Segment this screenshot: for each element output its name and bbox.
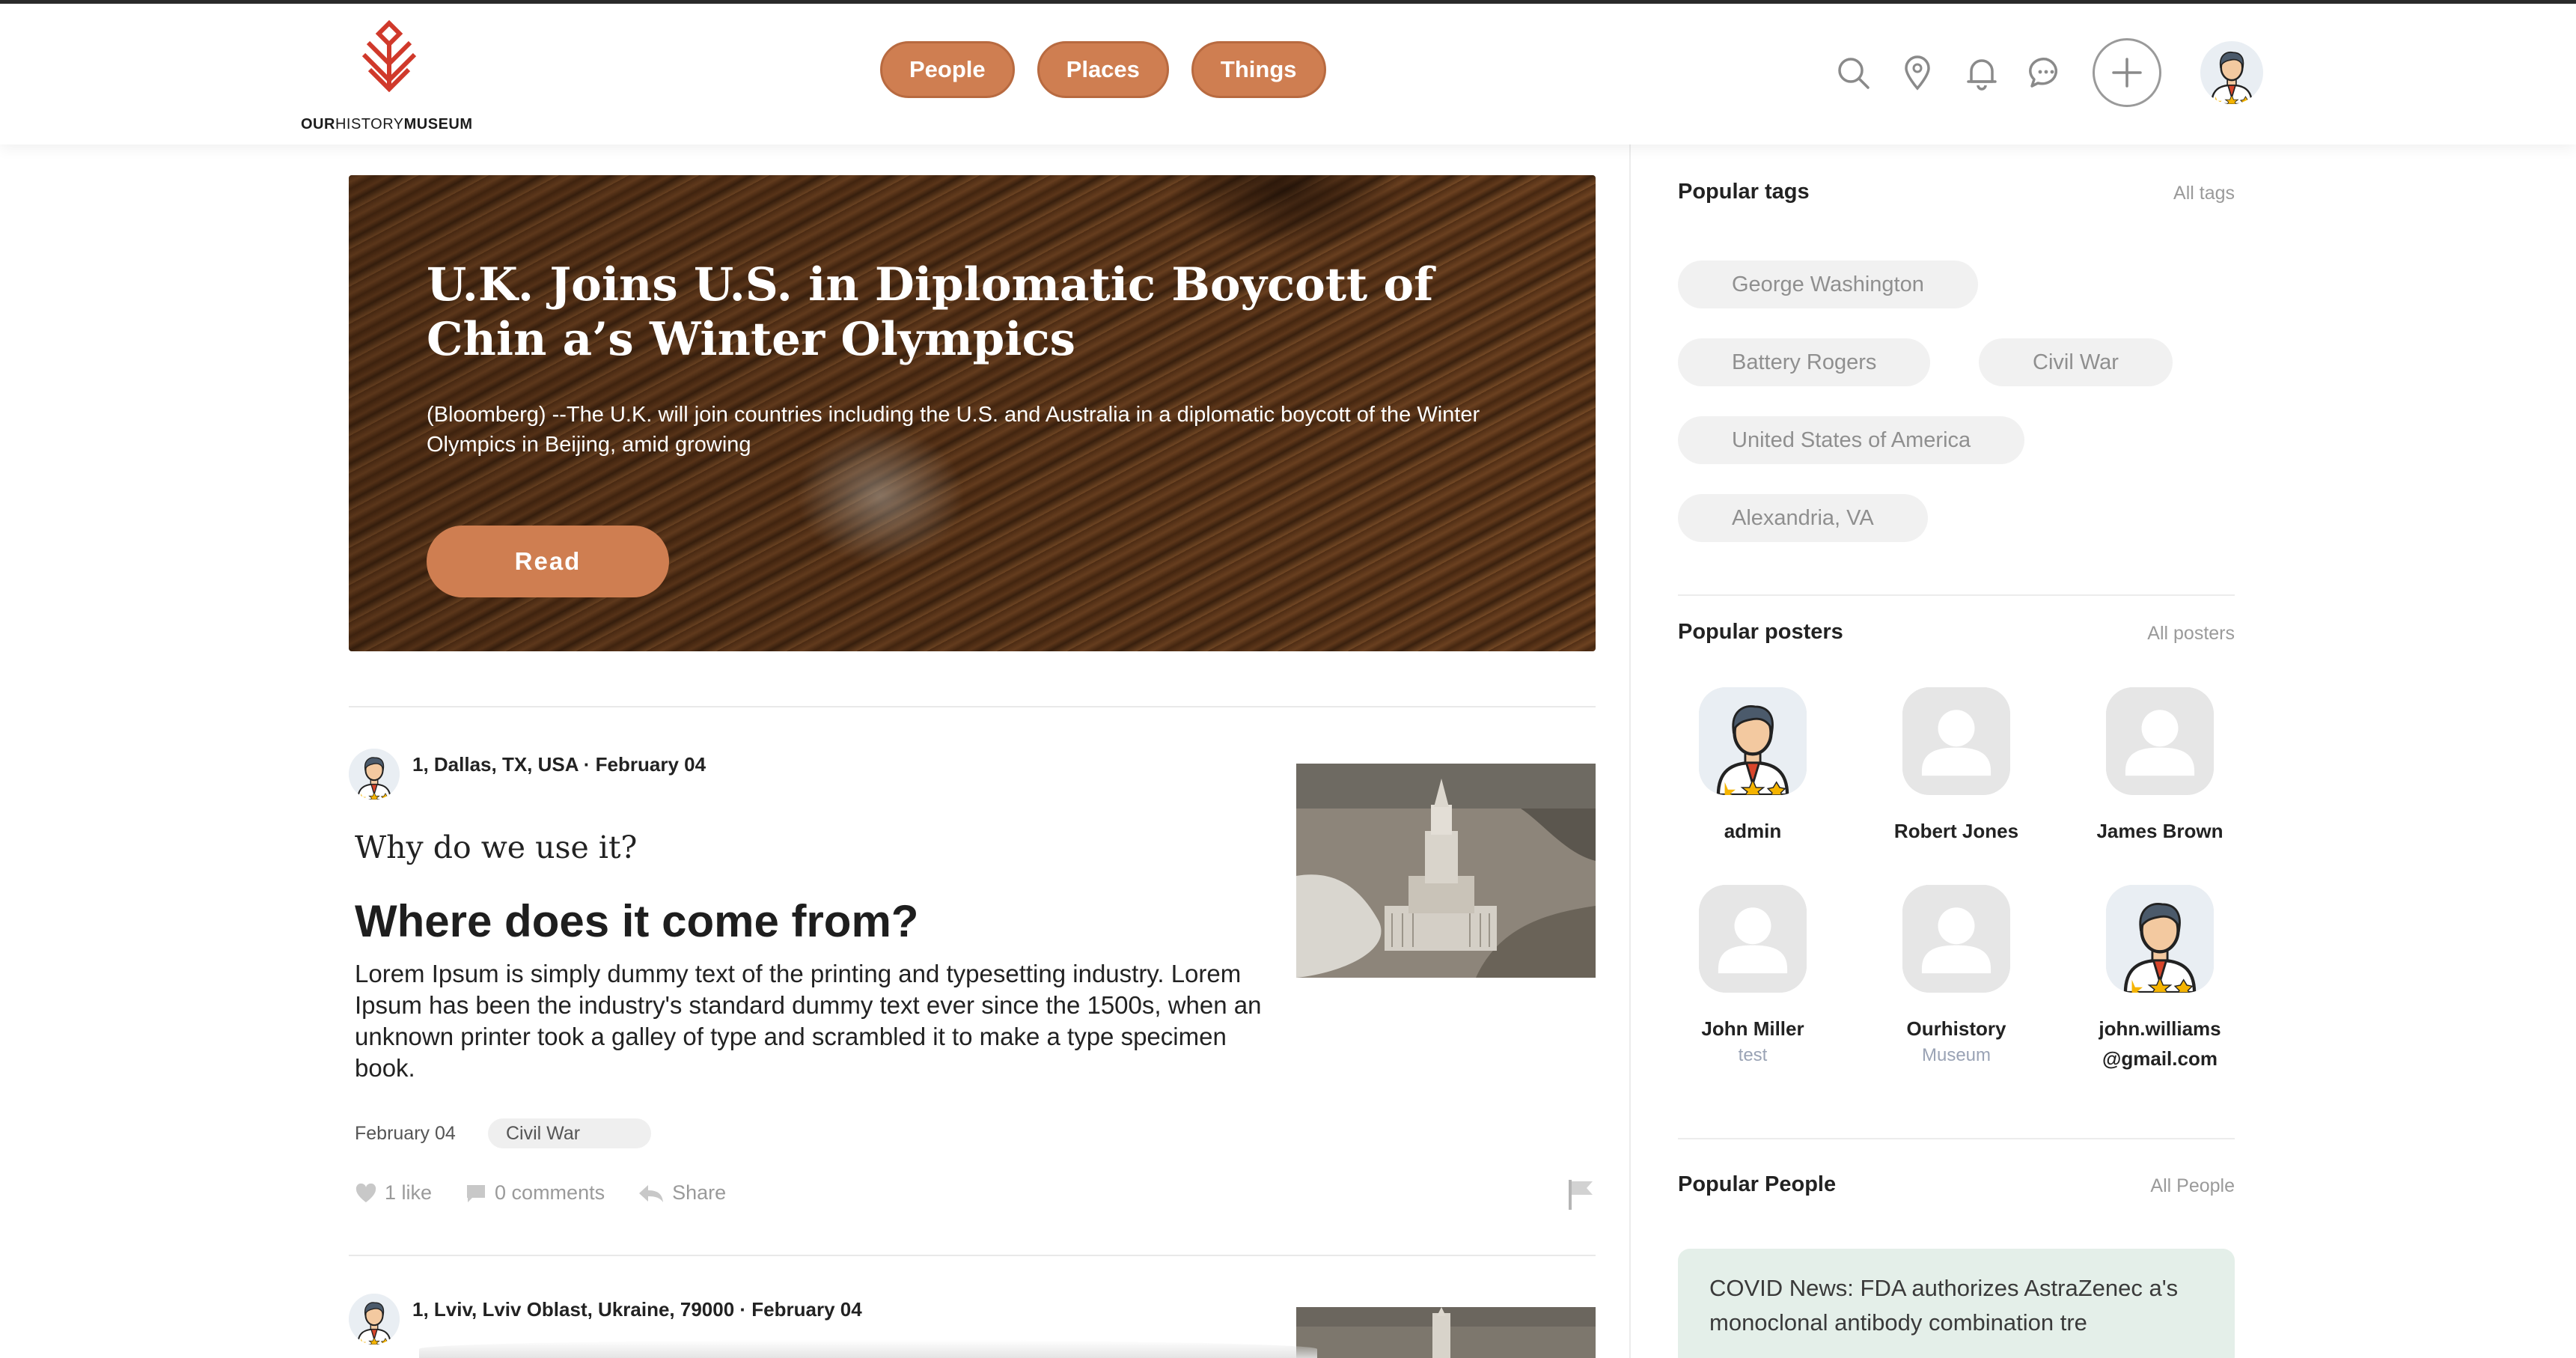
nav-things-button[interactable]: Things [1191, 41, 1326, 98]
poster-card[interactable]: Robert Jones [1874, 687, 2039, 846]
post-actions: 1 like 0 comments Share [355, 1181, 759, 1205]
post-title[interactable]: Where does it come from? [355, 895, 918, 947]
plus-icon [2112, 58, 2142, 88]
share-button[interactable]: Share [638, 1181, 726, 1205]
flag-icon[interactable] [1567, 1178, 1596, 1215]
tag-pill[interactable]: George Washington [1678, 261, 1978, 308]
feed-divider [349, 1255, 1596, 1256]
chat-icon[interactable] [2025, 52, 2067, 94]
feed-divider [349, 706, 1596, 707]
poster-name: Ourhistory [1906, 1017, 2006, 1040]
featured-article-description: (Bloomberg) --The U.K. will join countri… [427, 403, 1480, 457]
user-avatar[interactable] [2200, 41, 2263, 104]
post-date: February 04 [355, 1123, 456, 1144]
search-icon[interactable] [1832, 52, 1874, 94]
poster-card[interactable]: admin [1670, 687, 1835, 846]
bell-icon[interactable] [1961, 52, 2003, 94]
poster-avatar [1699, 687, 1807, 795]
featured-article[interactable]: U.K. Joins U.S. in Diplomatic Boycott of… [349, 175, 1596, 651]
poster-name: Robert Jones [1893, 820, 2019, 842]
comments-button[interactable]: 0 comments [465, 1181, 605, 1205]
share-icon [639, 1184, 664, 1202]
logo-mark-icon [361, 20, 417, 92]
tag-pill[interactable]: Civil War [1979, 338, 2173, 386]
poster-name: admin [1724, 820, 1782, 842]
post-author-avatar[interactable] [349, 1294, 400, 1345]
post-tag[interactable]: Civil War [488, 1118, 651, 1148]
popular-posters-heading: Popular posters [1678, 620, 1843, 644]
popular-people-card[interactable]: COVID News: FDA authorizes AstraZenec a'… [1678, 1249, 2235, 1358]
poster-name: James Brown [2096, 820, 2224, 842]
all-people-link[interactable]: All People [2085, 1175, 2235, 1197]
all-tags-link[interactable]: All tags [2085, 183, 2235, 204]
all-posters-link[interactable]: All posters [2085, 623, 2235, 645]
scroll-shadow [419, 1340, 1317, 1358]
post-body: Lorem Ipsum is simply dummy text of the … [355, 960, 1262, 1082]
post-author-avatar[interactable] [349, 749, 400, 800]
poster-card[interactable]: Ourhistory Museum [1874, 885, 2039, 1068]
poster-avatar [1902, 687, 2010, 795]
location-pin-icon[interactable] [1896, 52, 1938, 94]
site-logo[interactable]: OURHISTORYMUSEUM [299, 20, 486, 133]
tag-pill[interactable]: Battery Rogers [1678, 338, 1931, 386]
add-post-button[interactable] [2093, 38, 2161, 107]
nav-places-button[interactable]: Places [1037, 41, 1169, 98]
poster-name: John Miller [1701, 1017, 1804, 1040]
main-nav: People Places Things [880, 41, 1326, 98]
share-label: Share [672, 1181, 727, 1204]
poster-subtitle: Museum [1921, 1045, 1991, 1065]
poster-avatar [1902, 885, 2010, 993]
poster-card[interactable]: john.williams @gmail.com [2078, 885, 2242, 1074]
post-image[interactable] [1296, 764, 1596, 978]
post-subtitle: Why do we use it? [355, 829, 638, 865]
poster-avatar [1699, 885, 1807, 993]
header-actions [1832, 38, 2263, 107]
tag-pill[interactable]: United States of America [1678, 416, 2025, 464]
like-count: 1 like [385, 1181, 433, 1204]
column-divider [1629, 144, 1631, 1358]
like-button[interactable]: 1 like [355, 1181, 432, 1205]
poster-card[interactable]: James Brown [2078, 687, 2242, 846]
popular-tags-heading: Popular tags [1678, 180, 1810, 204]
sidebar-divider [1678, 594, 2235, 596]
poster-avatar [2106, 687, 2214, 795]
comment-icon [467, 1184, 486, 1202]
popular-people-heading: Popular People [1678, 1172, 1837, 1196]
read-button[interactable]: Read [427, 526, 669, 597]
logo-wordmark: OURHISTORYMUSEUM [301, 116, 473, 133]
featured-article-title: U.K. Joins U.S. in Diplomatic Boycott of… [427, 258, 1434, 366]
site-header: OURHISTORYMUSEUM People Places Things [0, 4, 2576, 144]
comment-count: 0 comments [495, 1181, 605, 1204]
post-meta: 1, Lviv, Lviv Oblast, Ukraine, 79000 · F… [412, 1298, 862, 1321]
sidebar-divider [1678, 1138, 2235, 1139]
tag-pill[interactable]: Alexandria, VA [1678, 494, 1928, 542]
heart-icon [355, 1183, 376, 1202]
post-meta: 1, Dallas, TX, USA · February 04 [412, 753, 706, 776]
poster-name: john.williams @gmail.com [2099, 1017, 2221, 1070]
poster-card[interactable]: John Miller test [1670, 885, 1835, 1068]
poster-avatar [2106, 885, 2214, 993]
nav-people-button[interactable]: People [880, 41, 1015, 98]
poster-subtitle: test [1738, 1045, 1768, 1065]
post-image[interactable] [1296, 1307, 1596, 1358]
